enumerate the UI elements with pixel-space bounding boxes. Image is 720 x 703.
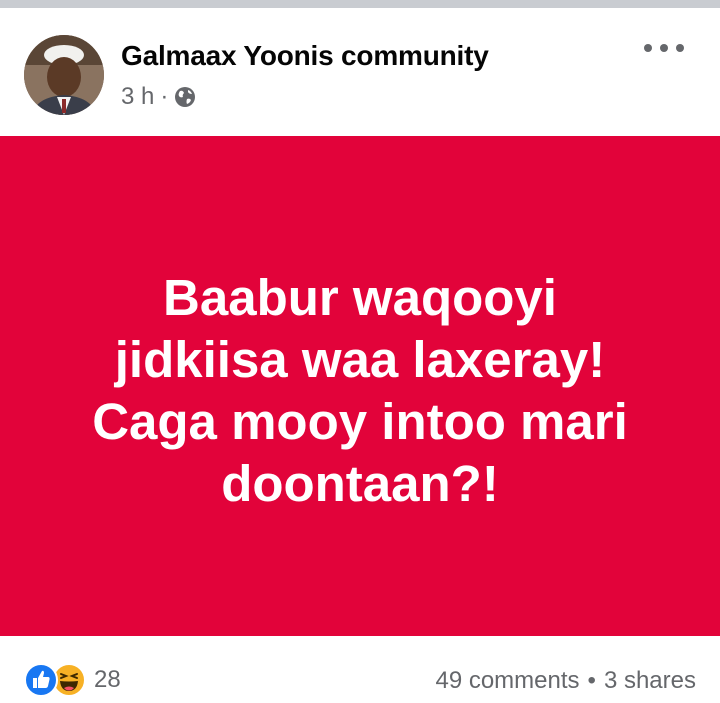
post-text: Baabur waqooyi jidkiisa waa laxeray! Cag… xyxy=(30,267,690,515)
globe-icon xyxy=(174,86,196,108)
text-post-card: Baabur waqooyi jidkiisa waa laxeray! Cag… xyxy=(0,136,720,636)
more-options-icon[interactable] xyxy=(644,38,684,58)
reaction-count: 28 xyxy=(94,666,121,693)
page-name[interactable]: Galmaax Yoonis community xyxy=(121,40,489,72)
like-icon xyxy=(24,663,58,697)
post-text-line: doontaan?! xyxy=(221,455,499,512)
post-text-line: jidkiisa waa laxeray! xyxy=(114,331,606,388)
avatar[interactable] xyxy=(24,35,104,115)
reactions-summary[interactable]: 28 xyxy=(24,663,121,697)
post-time[interactable]: 3 h xyxy=(121,83,154,111)
meta-separator: · xyxy=(160,83,169,110)
post-footer: 28 49 comments • 3 shares xyxy=(0,636,720,703)
engagement-stats: 49 comments • 3 shares xyxy=(435,667,696,695)
post-header: Galmaax Yoonis community 3 h · xyxy=(0,8,720,136)
shares-count-link[interactable]: 3 shares xyxy=(604,667,696,695)
post-text-line: Baabur waqooyi xyxy=(163,269,557,326)
post-text-line: Caga mooy intoo mari xyxy=(92,393,628,450)
top-divider xyxy=(0,0,720,8)
stats-separator: • xyxy=(587,667,596,694)
comments-count-link[interactable]: 49 comments xyxy=(435,667,579,695)
post-meta: 3 h · xyxy=(121,83,196,111)
